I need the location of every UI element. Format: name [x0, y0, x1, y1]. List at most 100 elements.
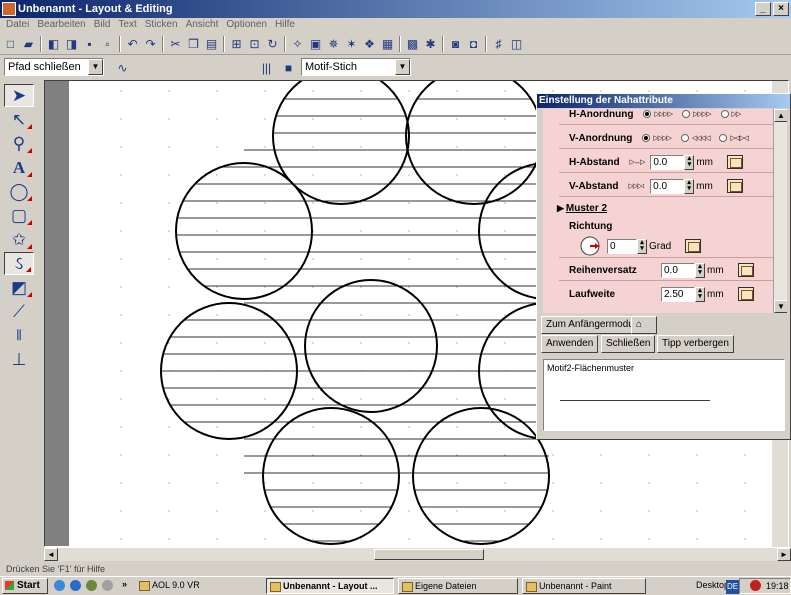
copy-icon[interactable]: ❐ [185, 35, 202, 52]
scroll-left-icon[interactable]: ◄ [44, 548, 58, 561]
undo-icon[interactable]: ↶ [124, 35, 141, 52]
row-offset-input[interactable]: 0.0 [661, 262, 695, 278]
color-swatch-icon[interactable]: ■ [280, 59, 297, 76]
save-as-icon[interactable]: ▫ [99, 35, 116, 52]
scroll-right-icon[interactable]: ► [777, 548, 791, 561]
paste-icon[interactable]: ▤ [203, 35, 220, 52]
export-icon[interactable]: ◨ [63, 35, 80, 52]
preview-icon[interactable]: ◙ [447, 35, 464, 52]
effects-icon[interactable]: ✵ [325, 35, 342, 52]
reset-default-icon[interactable] [726, 179, 743, 193]
import-icon[interactable]: ◧ [45, 35, 62, 52]
desktop-toolbar[interactable]: Desktop [696, 580, 729, 590]
menu-datei[interactable]: Datei [6, 18, 29, 32]
task-aol[interactable]: AOL 9.0 VR [136, 578, 256, 594]
freehand-tool-icon[interactable]: ઽ [4, 252, 34, 275]
quicklaunch-desktop-icon[interactable] [54, 580, 65, 591]
text-tool-icon[interactable]: A [4, 156, 34, 179]
apply-button[interactable]: Anwenden [541, 335, 599, 353]
point-edit-icon[interactable]: ↖ [4, 108, 34, 131]
reset-default-icon[interactable] [737, 263, 754, 277]
run-pitch-input[interactable]: 2.50 [661, 286, 695, 302]
quicklaunch-ie-icon[interactable] [70, 580, 81, 591]
line-style-icon[interactable]: ∿ [114, 59, 131, 76]
shape-tool-icon[interactable]: ✩ [4, 228, 34, 251]
wand-icon[interactable]: ✧ [289, 35, 306, 52]
save-icon[interactable]: ▪ [81, 35, 98, 52]
muster2-link[interactable]: Muster 2 [566, 203, 607, 214]
redo-icon[interactable]: ↷ [142, 35, 159, 52]
reset-default-icon[interactable] [685, 239, 702, 253]
wizard-icon[interactable]: ✱ [422, 35, 439, 52]
design-center-icon[interactable]: ▩ [404, 35, 421, 52]
start-button[interactable]: Start [2, 578, 48, 594]
h-arrangement-radio-1[interactable] [643, 110, 652, 118]
close-button[interactable]: × [773, 2, 789, 16]
fill-tool-icon[interactable]: ◩ [4, 276, 34, 299]
h-spacing-spinner[interactable]: ▴ ▾ [684, 154, 695, 170]
chevron-down-icon[interactable]: ▼ [88, 59, 103, 75]
expand-arrow-icon[interactable]: ▶ [557, 203, 564, 214]
task-eigene-dateien[interactable]: Eigene Dateien [398, 578, 518, 594]
select-arrow-icon[interactable]: ➤ [4, 84, 34, 107]
panel-scrollbar[interactable]: ▲ ▼ [773, 109, 787, 313]
v-spacing-input[interactable]: 0.0 [650, 178, 685, 194]
close-panel-button[interactable]: Schließen [601, 335, 656, 353]
rectangle-tool-icon[interactable]: ▢ [4, 204, 34, 227]
scroll-down-icon[interactable]: ▼ [774, 300, 787, 313]
task-layout-editing[interactable]: Unbenannt - Layout ... [266, 578, 394, 594]
scroll-up-icon[interactable]: ▲ [774, 109, 787, 122]
beginner-mode-button[interactable]: Zum Anfängermodus [541, 316, 644, 334]
run-pitch-spinner[interactable]: ▴ ▾ [695, 286, 705, 302]
task-paint[interactable]: Unbenannt - Paint [522, 578, 646, 594]
direction-input[interactable]: 0 [607, 238, 637, 254]
menu-text[interactable]: Text [118, 18, 136, 32]
menu-bearbeiten[interactable]: Bearbeiten [37, 18, 85, 32]
h-arrangement-radio-3[interactable] [720, 110, 729, 118]
zoom-icon[interactable]: ⚲ [4, 132, 34, 155]
minimize-button[interactable]: _ [755, 2, 771, 16]
h-arrangement-radio-2[interactable] [681, 110, 690, 118]
quicklaunch-app-icon[interactable] [102, 580, 113, 591]
rotate-icon[interactable]: ↻ [264, 35, 281, 52]
menu-hilfe[interactable]: Hilfe [275, 18, 295, 32]
path-select[interactable]: Pfad schließen ▼ [4, 58, 104, 76]
stitch-simulator-icon[interactable]: ♯ [490, 35, 507, 52]
antivirus-icon[interactable] [750, 580, 761, 591]
horizontal-scrollbar[interactable]: ◄ ► [44, 547, 791, 561]
menu-sticken[interactable]: Sticken [145, 18, 178, 32]
direction-spinner[interactable]: ▴ ▾ [637, 238, 647, 254]
language-indicator[interactable]: DE [726, 580, 740, 594]
scroll-thumb[interactable] [374, 549, 484, 560]
stitch-tool-icon[interactable]: ⫼ [4, 324, 34, 347]
cut-icon[interactable]: ✂ [167, 35, 184, 52]
v-arrangement-radio-3[interactable] [719, 134, 728, 142]
direction-dial-icon[interactable] [579, 235, 601, 257]
v-spacing-spinner[interactable]: ▴ ▾ [684, 178, 695, 194]
more-quicklaunch-icon[interactable]: » [122, 579, 127, 589]
monogram-icon[interactable]: ❖ [361, 35, 378, 52]
stamp-tool-icon[interactable]: ⊥ [4, 348, 34, 371]
menu-optionen[interactable]: Optionen [226, 18, 267, 32]
properties-icon[interactable]: ◫ [508, 35, 525, 52]
reset-default-icon[interactable] [727, 155, 744, 169]
stitch-select[interactable]: Motif-Stich ▼ [301, 58, 411, 76]
house-icon[interactable]: ⌂ [631, 316, 657, 334]
layout-icon[interactable]: ▦ [379, 35, 396, 52]
reality-view-icon[interactable]: ◘ [465, 35, 482, 52]
font-tool-icon[interactable]: ✶ [343, 35, 360, 52]
open-folder-icon[interactable]: ▰ [20, 35, 37, 52]
reset-default-icon[interactable] [737, 287, 754, 301]
menu-bild[interactable]: Bild [94, 18, 111, 32]
measure-tool-icon[interactable]: ⟋ [4, 300, 34, 323]
hide-tip-button[interactable]: Tipp verbergen [657, 335, 734, 353]
record-icon[interactable]: ▣ [307, 35, 324, 52]
h-spacing-input[interactable]: 0.0 [650, 154, 685, 170]
row-offset-spinner[interactable]: ▴ ▾ [695, 262, 705, 278]
v-arrangement-radio-2[interactable] [680, 134, 689, 142]
v-arrangement-radio-1[interactable] [642, 134, 651, 142]
new-file-icon[interactable]: □ [2, 35, 19, 52]
menu-ansicht[interactable]: Ansicht [186, 18, 219, 32]
chevron-down-icon[interactable]: ▼ [395, 59, 410, 75]
align-icon[interactable]: ⊞ [228, 35, 245, 52]
